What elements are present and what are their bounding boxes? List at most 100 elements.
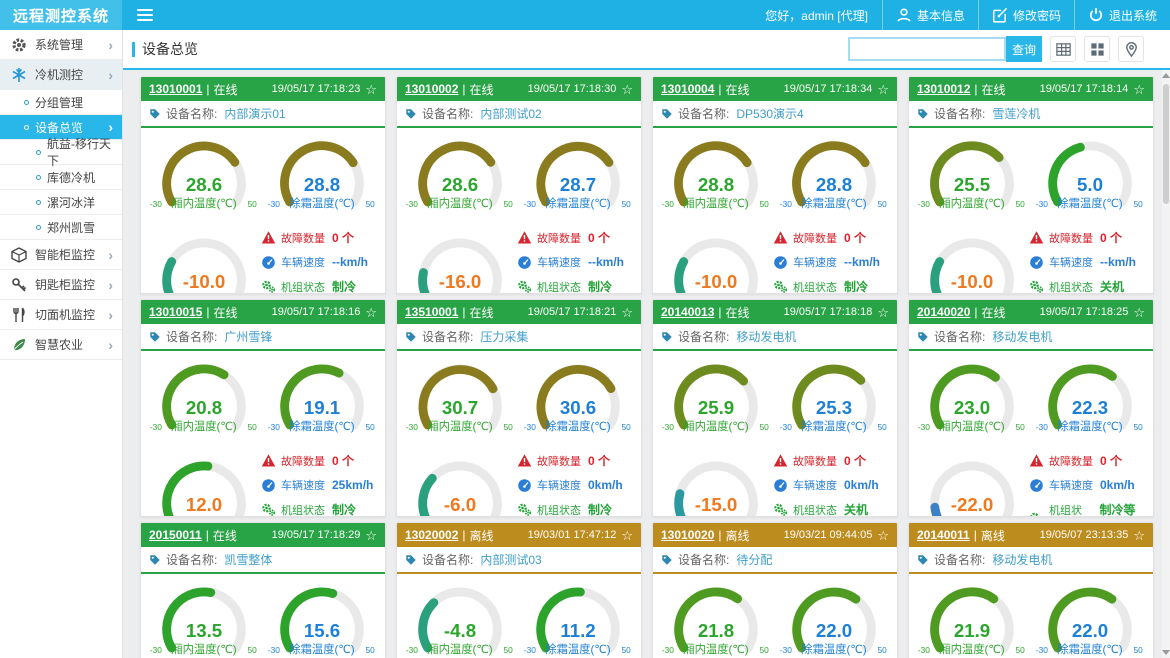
info-label: 车辆速度: [1049, 254, 1093, 270]
sidebar-item[interactable]: 分组管理: [0, 90, 122, 115]
favorite-star-icon[interactable]: ☆: [1133, 306, 1145, 319]
card-name-row: 设备名称:内部测试03: [397, 547, 641, 574]
info-value: 0 个: [332, 229, 354, 246]
favorite-star-icon[interactable]: ☆: [877, 529, 889, 542]
card-header: 13010015|在线19/05/17 17:18:16☆: [141, 300, 385, 324]
device-id-link[interactable]: 13010015: [149, 305, 202, 319]
svg-text:-30: -30: [524, 645, 536, 655]
status-separator: |: [206, 528, 209, 542]
card-timestamp: 19/05/17 17:18:14: [1040, 83, 1129, 95]
status-separator: |: [974, 528, 977, 542]
svg-text:-30: -30: [150, 422, 162, 432]
device-name-label: 设备名称:: [678, 551, 729, 568]
device-id-link[interactable]: 13010012: [917, 82, 970, 96]
favorite-star-icon[interactable]: ☆: [621, 83, 633, 96]
favorite-star-icon[interactable]: ☆: [621, 306, 633, 319]
device-status: 在线: [982, 81, 1006, 98]
device-id-link[interactable]: 13010002: [405, 82, 458, 96]
search-input[interactable]: [848, 37, 1006, 61]
sidebar-item[interactable]: 漯河冰洋: [0, 190, 122, 215]
svg-text:-15.0: -15.0: [695, 494, 738, 515]
favorite-star-icon[interactable]: ☆: [621, 529, 633, 542]
gauge-defrost: 28.7除霜温度(℃)-3050: [521, 130, 635, 213]
svg-text:30.6: 30.6: [560, 397, 596, 418]
device-id-link[interactable]: 20140011: [917, 528, 970, 542]
card-body: 25.9厢内温度(℃)-305025.3除霜温度(℃)-3050-15.0设定温…: [653, 351, 897, 517]
favorite-star-icon[interactable]: ☆: [1133, 529, 1145, 542]
info-unit: 机组状态制冷: [261, 501, 379, 517]
svg-text:-30: -30: [150, 645, 162, 655]
device-id-link[interactable]: 13020002: [405, 528, 458, 542]
svg-text:-6.0: -6.0: [444, 494, 476, 515]
card-header: 20140013|在线19/05/17 17:18:18☆: [653, 300, 897, 324]
topbar-menu-item[interactable]: 退出系统: [1074, 0, 1170, 30]
sidebar-item[interactable]: 郑州凯雪: [0, 215, 122, 240]
gauge-set: -6.0设定温度(℃)-3050: [403, 450, 517, 517]
device-id-link[interactable]: 13010004: [661, 82, 714, 96]
svg-text:50: 50: [366, 422, 376, 432]
topbar-menu-item[interactable]: 修改密码: [978, 0, 1074, 30]
gauge-defrost: 11.2除霜温度(℃)-3050: [521, 576, 635, 658]
sidebar-item-label: 系统管理: [35, 36, 83, 53]
device-name: 内部演示01: [224, 105, 285, 122]
device-id-link[interactable]: 20140013: [661, 305, 714, 319]
table-view-button[interactable]: [1050, 36, 1076, 62]
svg-text:厢内温度(℃): 厢内温度(℃): [427, 196, 493, 210]
scroll-down-arrow[interactable]: [1162, 650, 1170, 655]
favorite-star-icon[interactable]: ☆: [877, 83, 889, 96]
grid-view-button[interactable]: [1084, 36, 1110, 62]
grid-view-icon: [1089, 41, 1106, 58]
card-body: 13.5厢内温度(℃)-305015.6除霜温度(℃)-3050: [141, 574, 385, 658]
favorite-star-icon[interactable]: ☆: [365, 529, 377, 542]
sidebar-item[interactable]: 系统管理›: [0, 30, 122, 60]
card-name-row: 设备名称:凯雪整体: [141, 547, 385, 574]
info-faults: 故障数量0 个: [773, 452, 891, 469]
vertical-scrollbar: [1162, 70, 1170, 658]
svg-text:-10.0: -10.0: [695, 271, 738, 292]
hamburger-menu-icon[interactable]: [137, 9, 153, 21]
svg-text:除霜温度(℃): 除霜温度(℃): [289, 419, 355, 433]
favorite-star-icon[interactable]: ☆: [365, 306, 377, 319]
chevron-right-icon: ›: [108, 120, 116, 134]
device-status: 在线: [470, 81, 494, 98]
sidebar-item[interactable]: 智慧农业›: [0, 330, 122, 360]
device-id-link[interactable]: 13010020: [661, 528, 714, 542]
svg-text:除霜温度(℃): 除霜温度(℃): [1057, 419, 1123, 433]
svg-text:厢内温度(℃): 厢内温度(℃): [171, 196, 237, 210]
topbar-menu-item[interactable]: 基本信息: [882, 0, 978, 30]
speed-icon: [773, 478, 788, 493]
device-id-link[interactable]: 20140020: [917, 305, 970, 319]
map-view-button[interactable]: [1118, 36, 1144, 62]
device-id-link[interactable]: 13010001: [149, 82, 202, 96]
svg-text:设定温度(℃): 设定温度(℃): [427, 293, 493, 294]
chevron-right-icon: ›: [108, 278, 116, 292]
info-value: 0km/h: [588, 478, 623, 492]
sidebar-item[interactable]: 冷机测控›: [0, 60, 122, 90]
favorite-star-icon[interactable]: ☆: [877, 306, 889, 319]
info-speed: 车辆速度--km/h: [773, 254, 891, 270]
tag-icon: [917, 554, 929, 566]
table-view-icon: [1055, 41, 1072, 58]
svg-text:-30: -30: [780, 199, 792, 209]
sidebar-item[interactable]: 切面机监控›: [0, 300, 122, 330]
device-id-link[interactable]: 20150011: [149, 528, 202, 542]
svg-text:-30: -30: [406, 645, 418, 655]
svg-text:设定温度(℃): 设定温度(℃): [683, 516, 749, 517]
sidebar-item[interactable]: 钥匙柜监控›: [0, 270, 122, 300]
gauge-inner: 20.8厢内温度(℃)-3050: [147, 353, 261, 436]
scroll-up-arrow[interactable]: [1162, 73, 1170, 78]
box-icon: [11, 247, 27, 263]
info-faults: 故障数量0 个: [517, 452, 635, 469]
favorite-star-icon[interactable]: ☆: [1133, 83, 1145, 96]
query-button[interactable]: 查询: [1006, 36, 1042, 62]
sidebar-item[interactable]: 智能柜监控›: [0, 240, 122, 270]
speed-icon: [517, 478, 532, 493]
device-id-link[interactable]: 13510001: [405, 305, 458, 319]
gears-icon: [773, 279, 788, 294]
scrollbar-thumb[interactable]: [1163, 84, 1169, 204]
info-unit: 机组状态制冷等待: [1029, 501, 1147, 517]
gauge-defrost: 22.3除霜温度(℃)-3050: [1033, 353, 1147, 436]
sidebar-item[interactable]: 航益-移行天下: [0, 140, 122, 165]
favorite-star-icon[interactable]: ☆: [365, 83, 377, 96]
info-unit: 机组状态制冷: [517, 278, 635, 294]
